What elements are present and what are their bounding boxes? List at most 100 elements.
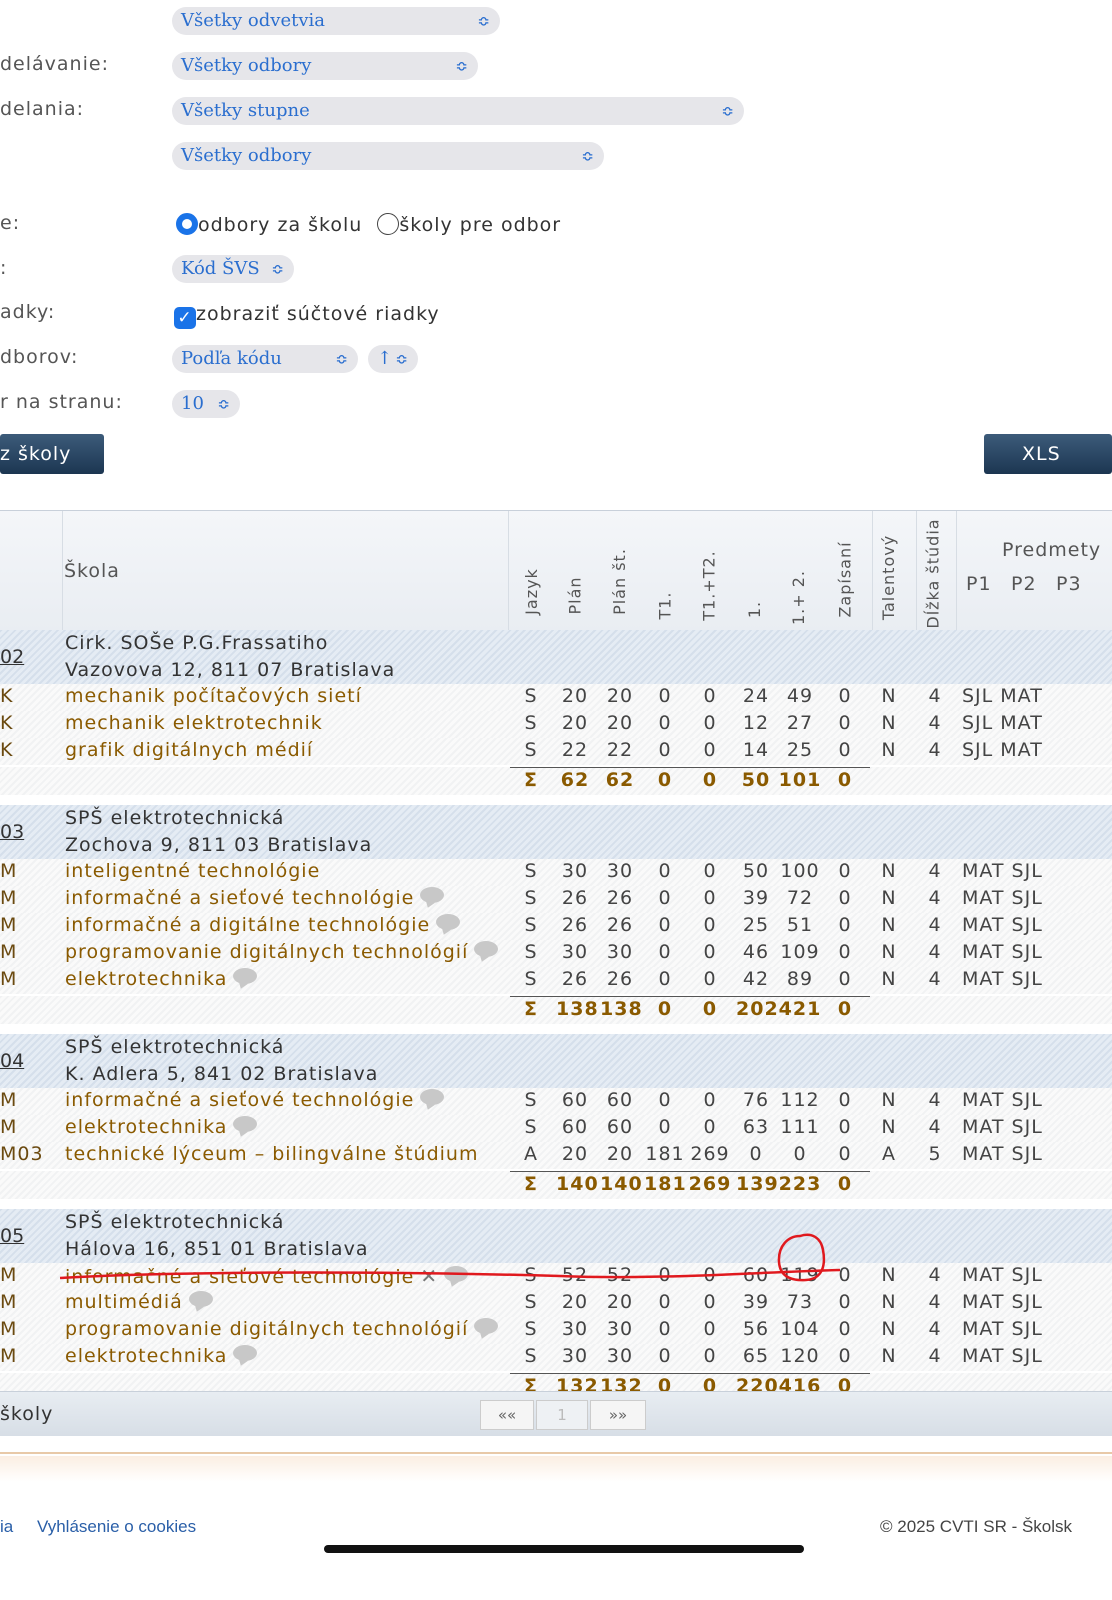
cell-dlzka: 4 [928, 1264, 942, 1286]
comment-icon[interactable] [420, 887, 445, 903]
cell-k1: 46 [742, 941, 770, 963]
cell-t1: 0 [658, 1291, 672, 1313]
table-row: Mprogramovanie digitálnych technológií S 3… [0, 940, 1112, 967]
cell-k1: 39 [742, 887, 770, 909]
cell-tal: N [881, 1089, 897, 1111]
cell-plan_st: 52 [606, 1264, 634, 1286]
cell-jazyk: S [524, 1318, 538, 1340]
field-name-link[interactable]: mechanik počítačových sietí [65, 685, 362, 707]
school-id-link[interactable]: 04 [0, 1050, 24, 1072]
cell-dlzka: 4 [928, 968, 942, 990]
school-sum-row: Σ 138 138 0 0 202 421 0 [0, 996, 1112, 1024]
cell-plan: 20 [561, 712, 589, 734]
header-kolo1: 1. [745, 600, 765, 619]
cell-t1t2: 0 [703, 1291, 717, 1313]
cell-t1t2: 0 [703, 968, 717, 990]
cell-plan: 52 [561, 1264, 589, 1286]
comment-icon[interactable] [233, 1345, 258, 1361]
field-name-link[interactable]: technické lýceum – bilingválne štúdium [65, 1143, 478, 1165]
cell-k12: 73 [786, 1291, 814, 1313]
table-row: Kgrafik digitálnych médií S 22 22 0 0 14 25 0 N 4 S… [0, 738, 1112, 765]
sector-select[interactable]: Všetky odvetvia ≎ [172, 7, 500, 35]
cookies-link[interactable]: Vyhlásenie o cookies [37, 1517, 196, 1537]
pager-first-button[interactable]: «« [480, 1400, 534, 1430]
field-select-2[interactable]: Všetky odbory ≎ [172, 142, 604, 170]
comment-icon[interactable] [420, 1089, 445, 1105]
comment-icon[interactable] [188, 1291, 213, 1307]
cell-jazyk: S [524, 685, 538, 707]
field-select-1[interactable]: Všetky odbory ≎ [172, 52, 478, 80]
header-divider [508, 511, 509, 631]
order-direction-select[interactable]: ↑ ≎ [368, 345, 418, 373]
xls-export-button[interactable]: XLS [984, 434, 1112, 474]
radio-skoly-pre-odbor[interactable] [377, 213, 400, 235]
chevron-updown-icon: ≎ [217, 395, 230, 413]
cell-predmety: MAT SJL [962, 941, 1043, 963]
field-code: M [0, 914, 18, 936]
comment-icon[interactable] [444, 1266, 469, 1282]
cell-predmety: MAT SJL [962, 914, 1043, 936]
field-name-link[interactable]: informačné a digitálne technológie [65, 914, 461, 936]
field-name-link[interactable]: elektrotechnika [65, 1345, 258, 1367]
cell-t1: 0 [658, 712, 672, 734]
cell-plan: 20 [561, 685, 589, 707]
radio-odbory-za-skolu[interactable] [176, 213, 198, 235]
cell-jazyk: S [524, 739, 538, 761]
cell-dlzka: 4 [928, 1116, 942, 1138]
comment-icon[interactable] [474, 1318, 499, 1334]
cell-plan_st: 22 [606, 739, 634, 761]
cell-dlzka: 4 [928, 860, 942, 882]
comment-icon[interactable] [436, 914, 461, 930]
tools-icon[interactable]: ✕ [420, 1264, 438, 1288]
sum-rows-checkbox[interactable]: ✓ [174, 307, 196, 329]
cell-k12: 51 [786, 914, 814, 936]
comment-icon[interactable] [474, 941, 499, 957]
school-id-link[interactable]: 02 [0, 646, 24, 668]
display-mode-label: e: [0, 212, 21, 234]
school-name: Cirk. SOŠe P.G.Frassatiho [65, 632, 329, 654]
cell-t1: 0 [658, 1264, 672, 1286]
field-name-link[interactable]: elektrotechnika [65, 1116, 258, 1138]
school-id-link[interactable]: 03 [0, 821, 24, 843]
comment-icon[interactable] [233, 1116, 258, 1132]
chevron-updown-icon: ≎ [335, 350, 348, 368]
cell-tal: N [881, 968, 897, 990]
header-p3: P3 [1056, 573, 1082, 595]
schools-button[interactable]: z školy [0, 434, 104, 474]
field-name-link[interactable]: programovanie digitálnych technológií [65, 941, 499, 963]
field-name-link[interactable]: programovanie digitálnych technológií [65, 1318, 499, 1340]
field-name-link[interactable]: mechanik elektrotechnik [65, 712, 323, 734]
field-name-link[interactable]: inteligentné technológie [65, 860, 320, 882]
field-name-link[interactable]: multimédiá [65, 1291, 213, 1313]
cell-plan: 22 [561, 739, 589, 761]
pager-last-button[interactable]: »» [590, 1400, 646, 1430]
table-footer: školy «« 1 »» [0, 1391, 1112, 1436]
cell-predmety: SJL MAT [962, 739, 1043, 761]
order-select[interactable]: Podľa kódu ≎ [172, 345, 358, 373]
cell-jazyk: S [524, 712, 538, 734]
cell-tal: N [881, 685, 897, 707]
field-name-link[interactable]: informačné a sieťové technológie ✕ [65, 1264, 469, 1288]
header-jazyk: Jazyk [521, 568, 541, 615]
footer-link-left[interactable]: ia [0, 1517, 13, 1537]
code-select[interactable]: Kód ŠVS ≎ [172, 255, 294, 283]
per-page-select[interactable]: 10 ≎ [172, 390, 240, 418]
sum-rows-option: ✓ zobraziť súčtové riadky [174, 303, 440, 329]
cell-tal: N [881, 1291, 897, 1313]
cell-k12: 27 [786, 712, 814, 734]
cell-zap: 0 [838, 860, 852, 882]
header-talentovy: Talentový [879, 534, 899, 621]
cell-dlzka: 4 [928, 1318, 942, 1340]
level-select[interactable]: Všetky stupne ≎ [172, 97, 744, 125]
field-label-vzdelavanie: delávanie: [0, 53, 109, 75]
cell-k12: 0 [793, 1143, 807, 1165]
cell-dlzka: 4 [928, 1291, 942, 1313]
cell-tal: N [881, 1264, 897, 1286]
school-id-link[interactable]: 05 [0, 1225, 24, 1247]
field-code: M [0, 1318, 18, 1340]
field-name-link[interactable]: informačné a sieťové technológie [65, 1089, 445, 1111]
comment-icon[interactable] [233, 968, 258, 984]
field-name-link[interactable]: informačné a sieťové technológie [65, 887, 445, 909]
field-name-link[interactable]: elektrotechnika [65, 968, 258, 990]
field-name-link[interactable]: grafik digitálnych médií [65, 739, 313, 761]
